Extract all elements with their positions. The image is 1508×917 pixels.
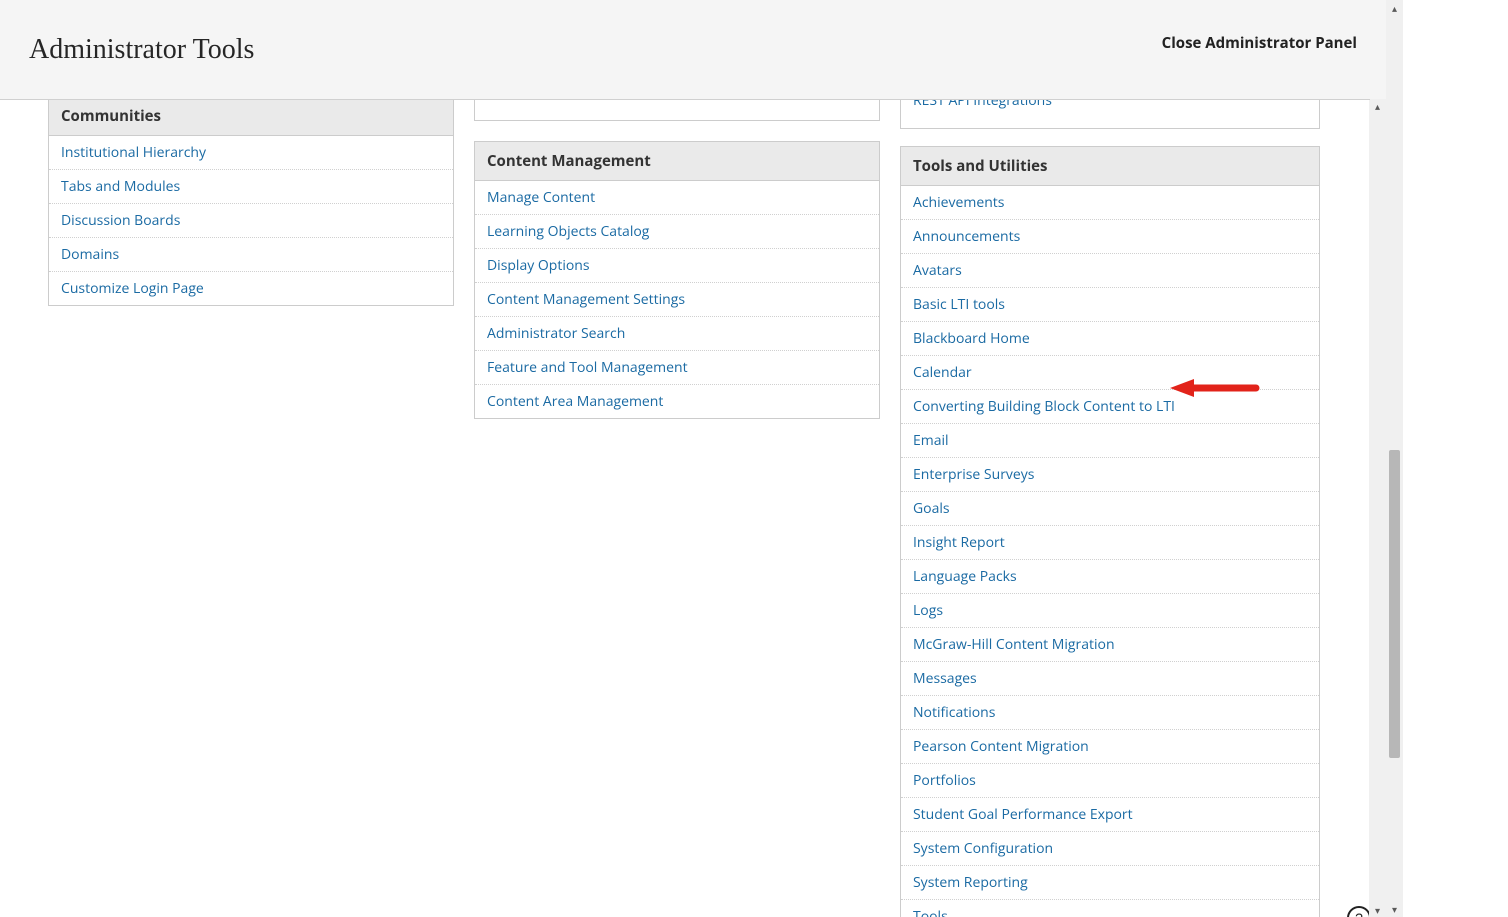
- link-basic-lti-tools[interactable]: Basic LTI tools: [913, 295, 1005, 314]
- list-item: Logs: [901, 594, 1319, 628]
- list-item: Email: [901, 424, 1319, 458]
- list-item: Tools: [901, 900, 1319, 917]
- link-content-area-management[interactable]: Content Area Management: [487, 392, 663, 411]
- link-goals[interactable]: Goals: [913, 499, 950, 518]
- link-language-packs[interactable]: Language Packs: [913, 567, 1017, 586]
- link-pearson-content-migration[interactable]: Pearson Content Migration: [913, 737, 1089, 756]
- list-item: Language Packs: [901, 560, 1319, 594]
- list-item: Display Options: [475, 249, 879, 283]
- link-discussion-boards[interactable]: Discussion Boards: [61, 211, 180, 230]
- list-item: Administrator Search: [475, 317, 879, 351]
- list-item: System Reporting: [901, 866, 1319, 900]
- list-item: Goals: [901, 492, 1319, 526]
- link-domains[interactable]: Domains: [61, 245, 119, 264]
- panel-tools-heading: Tools and Utilities: [901, 147, 1319, 186]
- list-item: Notifications: [901, 696, 1319, 730]
- link-feature-and-tool-management[interactable]: Feature and Tool Management: [487, 358, 688, 377]
- link-blackboard-home[interactable]: Blackboard Home: [913, 329, 1030, 348]
- list-item: Manage Content: [475, 181, 879, 215]
- link-customize-login-page[interactable]: Customize Login Page: [61, 279, 204, 298]
- header-bar: Administrator Tools Close Administrator …: [0, 0, 1370, 100]
- inner-scroll-up-icon[interactable]: ▴: [1369, 99, 1386, 113]
- list-item: Tabs and Modules: [49, 170, 453, 204]
- list-item: Insight Report: [901, 526, 1319, 560]
- list-item: Customize Login Page: [49, 272, 453, 305]
- link-student-goal-performance-export[interactable]: Student Goal Performance Export: [913, 805, 1133, 824]
- link-tools[interactable]: Tools: [913, 907, 948, 917]
- list-item: Messages: [901, 662, 1319, 696]
- link-tabs-and-modules[interactable]: Tabs and Modules: [61, 177, 180, 196]
- link-enterprise-surveys[interactable]: Enterprise Surveys: [913, 465, 1034, 484]
- list-item: Achievements: [901, 186, 1319, 220]
- panel-content-management: Content Management Manage Content Learni…: [474, 141, 880, 419]
- panel-communities-heading: Communities: [49, 99, 453, 136]
- link-mcgraw-hill-content-migration[interactable]: McGraw-Hill Content Migration: [913, 635, 1115, 654]
- panel-truncated-above: [474, 99, 880, 121]
- list-item: Content Management Settings: [475, 283, 879, 317]
- link-logs[interactable]: Logs: [913, 601, 943, 620]
- content-area: Communities Institutional Hierarchy Tabs…: [0, 99, 1370, 917]
- panel-content-management-heading: Content Management: [475, 142, 879, 181]
- link-institutional-hierarchy[interactable]: Institutional Hierarchy: [61, 143, 206, 162]
- outer-scroll-down-icon[interactable]: ▾: [1386, 901, 1403, 917]
- link-notifications[interactable]: Notifications: [913, 703, 995, 722]
- link-messages[interactable]: Messages: [913, 669, 977, 688]
- inner-scroll-down-icon[interactable]: ▾: [1369, 903, 1386, 917]
- outer-scroll-thumb[interactable]: [1389, 450, 1400, 758]
- inner-scrollbar[interactable]: ▴ ▾: [1369, 99, 1386, 917]
- link-system-reporting[interactable]: System Reporting: [913, 873, 1028, 892]
- panel-integrations-partial: REST API Integrations: [900, 99, 1320, 129]
- help-icon[interactable]: ?: [1346, 905, 1370, 917]
- link-insight-report[interactable]: Insight Report: [913, 533, 1005, 552]
- list-item: McGraw-Hill Content Migration: [901, 628, 1319, 662]
- list-item: Announcements: [901, 220, 1319, 254]
- panel-communities: Communities Institutional Hierarchy Tabs…: [48, 99, 454, 306]
- list-item: Institutional Hierarchy: [49, 136, 453, 170]
- outer-scroll-up-icon[interactable]: ▴: [1386, 0, 1403, 16]
- link-calendar[interactable]: Calendar: [913, 363, 972, 382]
- list-item: Pearson Content Migration: [901, 730, 1319, 764]
- link-converting-building-block-content-to-lti[interactable]: Converting Building Block Content to LTI: [913, 397, 1175, 416]
- link-learning-objects-catalog[interactable]: Learning Objects Catalog: [487, 222, 649, 241]
- svg-text:?: ?: [1355, 910, 1363, 917]
- link-announcements[interactable]: Announcements: [913, 227, 1020, 246]
- list-item: Domains: [49, 238, 453, 272]
- link-display-options[interactable]: Display Options: [487, 256, 590, 275]
- link-portfolios[interactable]: Portfolios: [913, 771, 976, 790]
- link-administrator-search[interactable]: Administrator Search: [487, 324, 625, 343]
- list-item: System Configuration: [901, 832, 1319, 866]
- list-item: Content Area Management: [475, 385, 879, 418]
- link-email[interactable]: Email: [913, 431, 949, 450]
- page-title: Administrator Tools: [29, 34, 254, 66]
- list-item: Feature and Tool Management: [475, 351, 879, 385]
- list-item: Learning Objects Catalog: [475, 215, 879, 249]
- link-avatars[interactable]: Avatars: [913, 261, 962, 280]
- callout-arrow-icon: [1164, 377, 1260, 399]
- close-admin-panel-link[interactable]: Close Administrator Panel: [1162, 33, 1357, 53]
- list-item: Basic LTI tools: [901, 288, 1319, 322]
- list-item: Blackboard Home: [901, 322, 1319, 356]
- list-item: Avatars: [901, 254, 1319, 288]
- link-content-management-settings[interactable]: Content Management Settings: [487, 290, 685, 309]
- link-rest-api-integrations[interactable]: REST API Integrations: [913, 99, 1052, 110]
- link-achievements[interactable]: Achievements: [913, 193, 1004, 212]
- outer-scrollbar[interactable]: ▴ ▾: [1386, 0, 1403, 917]
- panel-tools-and-utilities: Tools and Utilities Achievements Announc…: [900, 146, 1320, 917]
- list-item: Student Goal Performance Export: [901, 798, 1319, 832]
- list-item: Discussion Boards: [49, 204, 453, 238]
- link-system-configuration[interactable]: System Configuration: [913, 839, 1053, 858]
- list-item: Portfolios: [901, 764, 1319, 798]
- list-item: Enterprise Surveys: [901, 458, 1319, 492]
- link-manage-content[interactable]: Manage Content: [487, 188, 595, 207]
- right-gutter: [1403, 0, 1508, 917]
